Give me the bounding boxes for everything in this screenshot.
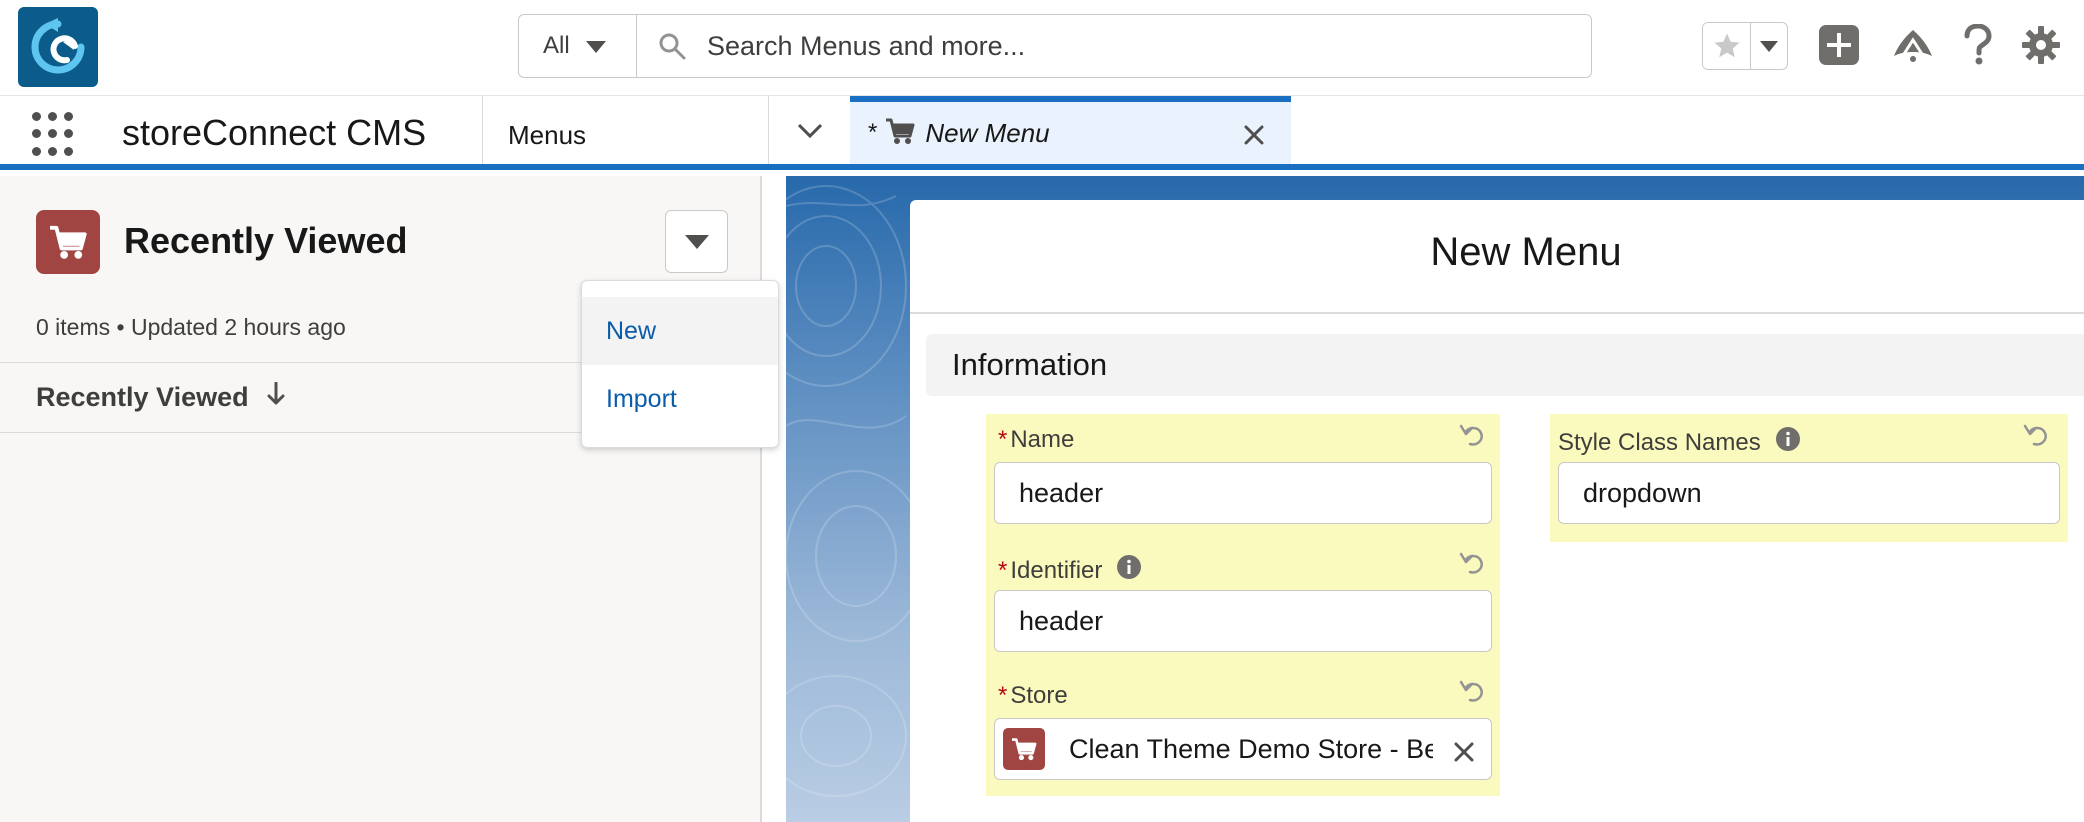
cart-icon: [1003, 728, 1045, 770]
list-view-meta: 0 items • Updated 2 hours ago: [36, 314, 346, 340]
cart-icon: [885, 117, 915, 150]
navigation-bar: storeConnect CMS Menus * New Menu: [0, 96, 2084, 170]
app-logo-icon[interactable]: [18, 7, 98, 87]
section-information[interactable]: Information: [926, 334, 2084, 396]
close-icon[interactable]: [1243, 124, 1265, 146]
identifier-label-text: Identifier: [1010, 556, 1103, 584]
required-marker: *: [998, 426, 1008, 453]
style-class-names-label: Style Class Names: [1558, 426, 1801, 459]
plus-icon[interactable]: [1816, 22, 1862, 68]
favorites-group: [1702, 22, 1788, 70]
chevron-down-icon[interactable]: [790, 116, 830, 146]
nav-item-menus[interactable]: Menus: [508, 120, 586, 151]
search-scope-label: All: [543, 32, 570, 59]
search-scope-select[interactable]: All: [519, 15, 637, 77]
name-field[interactable]: header: [994, 462, 1492, 524]
global-search: All: [518, 14, 1592, 78]
trailhead-icon[interactable]: [1890, 22, 1936, 68]
cart-icon: [36, 210, 100, 274]
store-label-text: Store: [1010, 682, 1068, 709]
new-menu-modal: New Menu Information * Name header * Ide…: [910, 200, 2084, 822]
chevron-down-icon: [585, 32, 606, 60]
style-class-names-field[interactable]: dropdown: [1558, 462, 2060, 524]
list-view-panel: Recently Viewed 0 items • Updated 2 hour…: [0, 176, 762, 822]
nav-divider: [768, 96, 769, 164]
undo-icon[interactable]: [1458, 422, 1486, 450]
required-marker: *: [998, 556, 1008, 584]
name-label-text: Name: [1010, 426, 1075, 453]
favorites-dropdown-button[interactable]: [1751, 23, 1787, 69]
search-icon: [637, 15, 707, 77]
tab-label: New Menu: [925, 117, 1050, 148]
nav-divider: [482, 96, 483, 164]
chevron-down-icon: [684, 234, 709, 249]
chevron-down-icon: [1760, 40, 1778, 52]
waffle-icon[interactable]: [32, 112, 76, 156]
help-icon[interactable]: [1955, 22, 2001, 68]
store-lookup-value: Clean Theme Demo Store - Be: [1069, 733, 1433, 764]
list-actions-menu: New Import: [581, 280, 779, 448]
identifier-label: * Identifier: [998, 554, 1142, 587]
search-input[interactable]: [707, 15, 1591, 77]
name-label: * Name: [998, 426, 1074, 454]
close-icon[interactable]: [1453, 739, 1475, 762]
arrow-down-icon: [267, 381, 285, 413]
required-marker: *: [998, 682, 1008, 709]
style-class-names-label-text: Style Class Names: [1558, 428, 1761, 456]
list-view-title[interactable]: Recently Viewed: [124, 220, 407, 262]
identifier-field[interactable]: header: [994, 590, 1492, 652]
store-label: * Store: [998, 682, 1068, 710]
undo-icon[interactable]: [1458, 550, 1486, 578]
info-icon[interactable]: [1116, 554, 1142, 587]
menu-item-import[interactable]: Import: [582, 365, 778, 433]
tab-new-menu[interactable]: * New Menu: [850, 96, 1291, 164]
global-header: All: [0, 0, 2084, 96]
menu-item-new[interactable]: New: [582, 297, 778, 365]
list-actions-button[interactable]: [665, 210, 728, 273]
modal-title: New Menu: [1430, 230, 1622, 274]
divider: [910, 312, 2084, 314]
column-header[interactable]: Recently Viewed: [36, 381, 285, 413]
info-icon[interactable]: [1775, 426, 1801, 459]
column-header-label: Recently Viewed: [36, 382, 249, 412]
store-lookup-field[interactable]: Clean Theme Demo Store - Be: [994, 718, 1492, 780]
unsaved-marker: *: [868, 119, 878, 146]
undo-icon[interactable]: [2022, 422, 2050, 450]
gear-icon[interactable]: [2018, 22, 2064, 68]
app-name: storeConnect CMS: [122, 112, 427, 153]
star-icon[interactable]: [1703, 23, 1751, 69]
undo-icon[interactable]: [1458, 678, 1486, 706]
